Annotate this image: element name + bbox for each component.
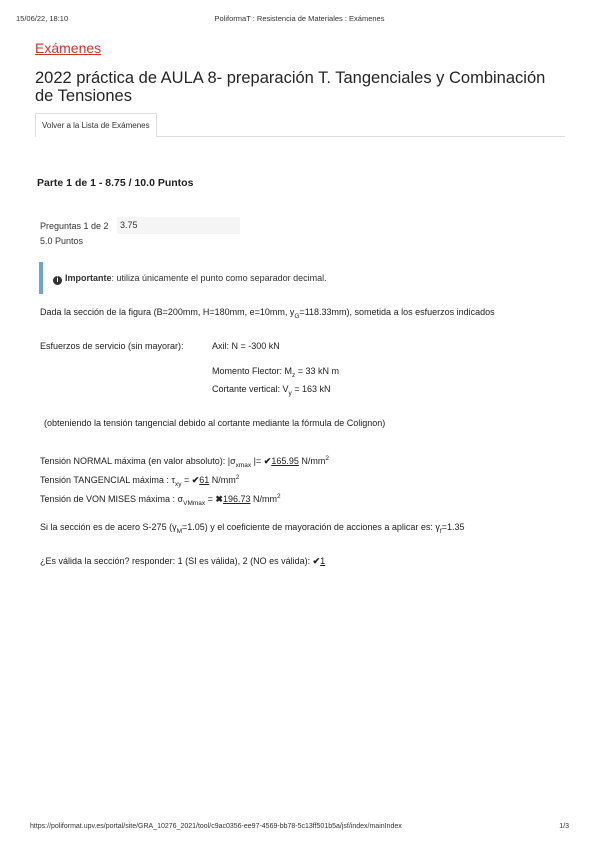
important-notice: i Importante: utiliza únicamente el punto…: [39, 262, 559, 294]
axial-load: Axil: N = -300 kN: [212, 341, 280, 351]
colignon-note: (obteniendo la tensión tangencial debido…: [44, 418, 386, 428]
result-von-mises-stress: Tensión de VON MISES máxima : σVMmax = ✖…: [40, 493, 281, 507]
notice-text: : utiliza únicamente el punto como separ…: [111, 273, 327, 283]
cross-icon: ✖: [215, 494, 223, 504]
page-title: 2022 práctica de AULA 8- preparación T. …: [35, 69, 546, 105]
print-header: 15/06/22, 18:10 PoliformaT : Resistencia…: [16, 14, 583, 26]
answer-validity: 1: [320, 556, 326, 566]
button-bar: Volver a la Lista de Exámenes: [35, 113, 565, 137]
question-points: 5.0 Puntos: [40, 236, 84, 246]
notice-strong: Importante: [65, 273, 112, 283]
breadcrumb-examenes[interactable]: Exámenes: [35, 40, 101, 56]
print-title: PoliformaT : Resistencia de Materiales :…: [214, 14, 385, 23]
part-heading: Parte 1 de 1 - 8.75 / 10.0 Puntos: [37, 177, 194, 189]
question-score: 3.75: [117, 217, 240, 234]
shear-force: Cortante vertical: Vy = 163 kN: [212, 384, 331, 397]
answer-normal: 165.95: [271, 456, 299, 466]
loads-label: Esfuerzos de servicio (sin mayorar):: [40, 341, 184, 351]
answer-von-mises: 196.73: [222, 494, 251, 504]
steel-statement: Si la sección es de acero S-275 (γM=1.05…: [40, 522, 465, 535]
validity-question: ¿Es válida la sección? responder: 1 (SI …: [40, 556, 326, 566]
bending-moment: Momento Flector: Mz = 33 kN m: [212, 366, 340, 379]
result-normal-stress: Tensión NORMAL máxima (en valor absoluto…: [40, 455, 329, 469]
page-number: 1/3: [559, 823, 569, 830]
answer-tangential: 61: [199, 475, 210, 485]
back-to-exam-list-button[interactable]: Volver a la Lista de Exámenes: [35, 113, 157, 137]
problem-statement: Dada la sección de la figura (B=200mm, H…: [40, 307, 495, 320]
result-tangential-stress: Tensión TANGENCIAL máxima : τxy = ✔61 N/…: [40, 474, 240, 488]
print-url: https://poliformat.upv.es/portal/site/GR…: [30, 823, 402, 830]
info-icon: i: [53, 276, 62, 285]
question-number: Preguntas 1 de 2: [40, 221, 109, 231]
